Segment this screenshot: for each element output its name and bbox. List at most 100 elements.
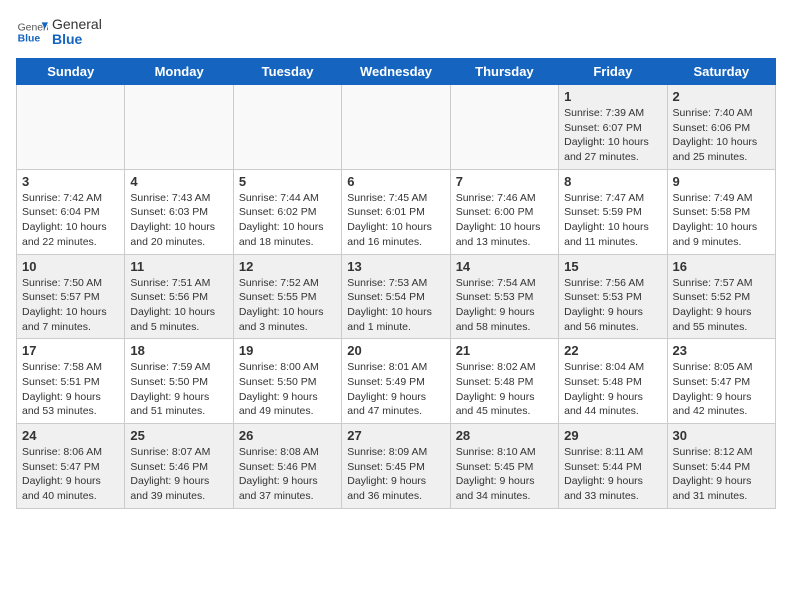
calendar-cell: 22 Sunrise: 8:04 AM Sunset: 5:48 PM Dayli… [559, 339, 667, 424]
day-info: Sunrise: 7:42 AM Sunset: 6:04 PM Dayligh… [22, 191, 119, 250]
calendar-cell: 16 Sunrise: 7:57 AM Sunset: 5:52 PM Dayli… [667, 254, 775, 339]
weekday-header-wednesday: Wednesday [342, 59, 450, 85]
day-info: Sunrise: 7:45 AM Sunset: 6:01 PM Dayligh… [347, 191, 444, 250]
calendar-cell: 2 Sunrise: 7:40 AM Sunset: 6:06 PM Daylig… [667, 85, 775, 170]
calendar-cell: 20 Sunrise: 8:01 AM Sunset: 5:49 PM Dayli… [342, 339, 450, 424]
day-info: Sunrise: 7:39 AM Sunset: 6:07 PM Dayligh… [564, 106, 661, 165]
day-number: 7 [456, 174, 553, 189]
day-info: Sunrise: 8:08 AM Sunset: 5:46 PM Dayligh… [239, 445, 336, 504]
day-number: 18 [130, 343, 227, 358]
day-info: Sunrise: 7:53 AM Sunset: 5:54 PM Dayligh… [347, 276, 444, 335]
calendar-cell: 23 Sunrise: 8:05 AM Sunset: 5:47 PM Dayli… [667, 339, 775, 424]
weekday-header-sunday: Sunday [17, 59, 125, 85]
calendar-cell: 10Sunrise: 7:50 AM Sunset: 5:57 PM Dayli… [17, 254, 125, 339]
day-info: Sunrise: 7:56 AM Sunset: 5:53 PM Dayligh… [564, 276, 661, 335]
day-number: 25 [130, 428, 227, 443]
day-info: Sunrise: 7:58 AM Sunset: 5:51 PM Dayligh… [22, 360, 119, 419]
day-number: 13 [347, 259, 444, 274]
calendar-cell: 25 Sunrise: 8:07 AM Sunset: 5:46 PM Dayli… [125, 424, 233, 509]
calendar-cell: 15 Sunrise: 7:56 AM Sunset: 5:53 PM Dayli… [559, 254, 667, 339]
weekday-header-saturday: Saturday [667, 59, 775, 85]
day-number: 4 [130, 174, 227, 189]
day-info: Sunrise: 7:40 AM Sunset: 6:06 PM Dayligh… [673, 106, 770, 165]
calendar-cell: 27 Sunrise: 8:09 AM Sunset: 5:45 PM Dayli… [342, 424, 450, 509]
weekday-header-thursday: Thursday [450, 59, 558, 85]
day-info: Sunrise: 8:06 AM Sunset: 5:47 PM Dayligh… [22, 445, 119, 504]
day-number: 11 [130, 259, 227, 274]
day-info: Sunrise: 8:07 AM Sunset: 5:46 PM Dayligh… [130, 445, 227, 504]
day-info: Sunrise: 7:57 AM Sunset: 5:52 PM Dayligh… [673, 276, 770, 335]
weekday-header-friday: Friday [559, 59, 667, 85]
day-info: Sunrise: 8:05 AM Sunset: 5:47 PM Dayligh… [673, 360, 770, 419]
day-number: 23 [673, 343, 770, 358]
calendar-cell: 11 Sunrise: 7:51 AM Sunset: 5:56 PM Dayli… [125, 254, 233, 339]
logo: General Blue General Blue [16, 16, 102, 48]
day-info: Sunrise: 7:59 AM Sunset: 5:50 PM Dayligh… [130, 360, 227, 419]
day-number: 6 [347, 174, 444, 189]
calendar-cell [125, 85, 233, 170]
calendar-cell: 26 Sunrise: 8:08 AM Sunset: 5:46 PM Dayli… [233, 424, 341, 509]
day-number: 24 [22, 428, 119, 443]
day-number: 26 [239, 428, 336, 443]
day-number: 5 [239, 174, 336, 189]
day-number: 20 [347, 343, 444, 358]
day-info: Sunrise: 7:43 AM Sunset: 6:03 PM Dayligh… [130, 191, 227, 250]
day-info: Sunrise: 7:44 AM Sunset: 6:02 PM Dayligh… [239, 191, 336, 250]
calendar-cell: 9 Sunrise: 7:49 AM Sunset: 5:58 PM Daylig… [667, 169, 775, 254]
calendar-cell: 5 Sunrise: 7:44 AM Sunset: 6:02 PM Daylig… [233, 169, 341, 254]
calendar-table: SundayMondayTuesdayWednesdayThursdayFrid… [16, 58, 776, 509]
day-number: 29 [564, 428, 661, 443]
day-info: Sunrise: 7:51 AM Sunset: 5:56 PM Dayligh… [130, 276, 227, 335]
calendar-cell [450, 85, 558, 170]
calendar-cell: 8Sunrise: 7:47 AM Sunset: 5:59 PM Daylig… [559, 169, 667, 254]
day-number: 22 [564, 343, 661, 358]
calendar-cell: 3 Sunrise: 7:42 AM Sunset: 6:04 PM Daylig… [17, 169, 125, 254]
day-info: Sunrise: 7:52 AM Sunset: 5:55 PM Dayligh… [239, 276, 336, 335]
calendar-cell: 17 Sunrise: 7:58 AM Sunset: 5:51 PM Dayli… [17, 339, 125, 424]
calendar-cell: 12 Sunrise: 7:52 AM Sunset: 5:55 PM Dayli… [233, 254, 341, 339]
calendar-cell: 29 Sunrise: 8:11 AM Sunset: 5:44 PM Dayli… [559, 424, 667, 509]
calendar-cell: 14 Sunrise: 7:54 AM Sunset: 5:53 PM Dayli… [450, 254, 558, 339]
day-number: 3 [22, 174, 119, 189]
svg-text:Blue: Blue [18, 34, 41, 45]
day-number: 15 [564, 259, 661, 274]
day-number: 30 [673, 428, 770, 443]
day-info: Sunrise: 8:04 AM Sunset: 5:48 PM Dayligh… [564, 360, 661, 419]
day-number: 14 [456, 259, 553, 274]
day-number: 9 [673, 174, 770, 189]
calendar-cell [342, 85, 450, 170]
calendar-cell: 21 Sunrise: 8:02 AM Sunset: 5:48 PM Dayli… [450, 339, 558, 424]
day-info: Sunrise: 8:09 AM Sunset: 5:45 PM Dayligh… [347, 445, 444, 504]
day-info: Sunrise: 8:01 AM Sunset: 5:49 PM Dayligh… [347, 360, 444, 419]
calendar-cell: 24 Sunrise: 8:06 AM Sunset: 5:47 PM Dayli… [17, 424, 125, 509]
day-number: 1 [564, 89, 661, 104]
weekday-header-monday: Monday [125, 59, 233, 85]
day-info: Sunrise: 7:47 AM Sunset: 5:59 PM Dayligh… [564, 191, 661, 250]
day-number: 28 [456, 428, 553, 443]
day-number: 12 [239, 259, 336, 274]
day-info: Sunrise: 8:10 AM Sunset: 5:45 PM Dayligh… [456, 445, 553, 504]
day-number: 16 [673, 259, 770, 274]
calendar-cell: 18 Sunrise: 7:59 AM Sunset: 5:50 PM Dayli… [125, 339, 233, 424]
day-number: 17 [22, 343, 119, 358]
day-number: 19 [239, 343, 336, 358]
day-info: Sunrise: 8:00 AM Sunset: 5:50 PM Dayligh… [239, 360, 336, 419]
calendar-cell: 6 Sunrise: 7:45 AM Sunset: 6:01 PM Daylig… [342, 169, 450, 254]
day-info: Sunrise: 8:02 AM Sunset: 5:48 PM Dayligh… [456, 360, 553, 419]
day-info: Sunrise: 7:49 AM Sunset: 5:58 PM Dayligh… [673, 191, 770, 250]
calendar-cell: 7 Sunrise: 7:46 AM Sunset: 6:00 PM Daylig… [450, 169, 558, 254]
calendar-cell [17, 85, 125, 170]
day-info: Sunrise: 7:54 AM Sunset: 5:53 PM Dayligh… [456, 276, 553, 335]
day-number: 2 [673, 89, 770, 104]
day-info: Sunrise: 8:11 AM Sunset: 5:44 PM Dayligh… [564, 445, 661, 504]
calendar-cell [233, 85, 341, 170]
day-number: 27 [347, 428, 444, 443]
weekday-header-tuesday: Tuesday [233, 59, 341, 85]
day-info: Sunrise: 7:46 AM Sunset: 6:00 PM Dayligh… [456, 191, 553, 250]
calendar-cell: 1 Sunrise: 7:39 AM Sunset: 6:07 PM Daylig… [559, 85, 667, 170]
calendar-cell: 19 Sunrise: 8:00 AM Sunset: 5:50 PM Dayli… [233, 339, 341, 424]
calendar-cell: 13 Sunrise: 7:53 AM Sunset: 5:54 PM Dayli… [342, 254, 450, 339]
day-info: Sunrise: 8:12 AM Sunset: 5:44 PM Dayligh… [673, 445, 770, 504]
calendar-cell: 28 Sunrise: 8:10 AM Sunset: 5:45 PM Dayli… [450, 424, 558, 509]
day-number: 21 [456, 343, 553, 358]
